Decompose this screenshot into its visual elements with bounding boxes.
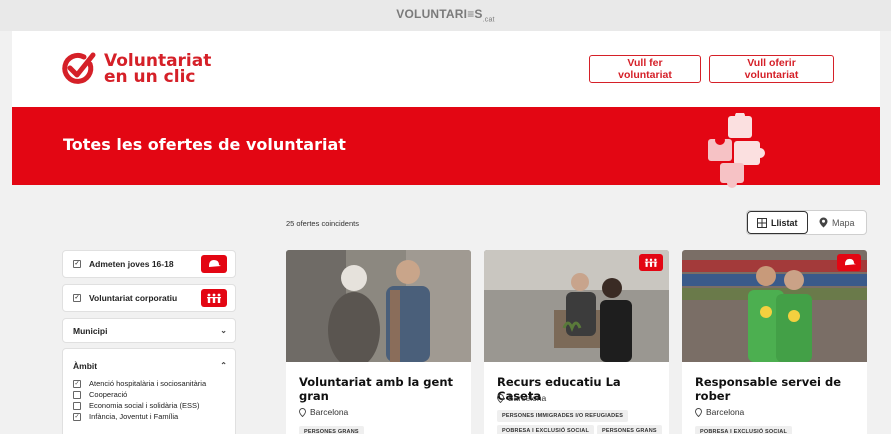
card-location: Barcelona xyxy=(299,407,348,417)
results-count: 25 ofertes coincidents xyxy=(286,219,359,228)
offer-card[interactable]: Recurs educatiu La Caseta Barcelona PERS… xyxy=(484,250,669,434)
filter-corporate[interactable]: ✓ Voluntariat corporatiu xyxy=(62,284,236,312)
ambit-label: Àmbit xyxy=(73,361,98,371)
puzzle-pieces-icon xyxy=(708,113,765,188)
corporate-filter-label: Voluntariat corporatiu xyxy=(89,293,178,303)
ambit-option[interactable]: ✓ Infància, Joventut i Família xyxy=(73,411,225,422)
checkmark-logo-icon xyxy=(62,52,96,84)
ambit-checkbox-checked[interactable]: ✓ xyxy=(73,379,81,388)
ambit-option-label: Infància, Joventut i Família xyxy=(89,412,179,421)
card-tag: PERSONES IMMIGRADES I/O REFUGIADES xyxy=(497,410,629,422)
chevron-up-icon: ⌃ xyxy=(220,361,227,370)
chevron-down-icon: ⌄ xyxy=(220,326,227,335)
ambit-filter: Àmbit ⌃ ✓ Atenció hospitalària i sociosan… xyxy=(62,348,236,434)
people-group-icon xyxy=(201,289,227,307)
corporate-checkbox[interactable]: ✓ xyxy=(73,294,81,302)
card-tag: PERSONES GRANS xyxy=(597,425,662,434)
card-title[interactable]: Responsable servei de rober xyxy=(695,375,855,403)
brand-line-2: en un clic xyxy=(104,67,196,87)
card-tag: POBRESA I EXCLUSIÓ SOCIAL xyxy=(695,426,793,434)
card-location-text: Barcelona xyxy=(310,407,349,417)
location-pin-icon xyxy=(695,407,702,417)
cap-icon xyxy=(837,254,861,271)
card-tags: PERSONES IMMIGRADES I/O REFUGIADES POBRE… xyxy=(497,410,667,434)
map-pin-icon xyxy=(819,217,828,228)
ambit-option[interactable]: Cooperació xyxy=(73,389,225,400)
ambit-option-label: Economia social i solidària (ESS) xyxy=(89,401,200,410)
ambit-option[interactable]: ✓ Atenció hospitalària i sociosanitària xyxy=(73,378,225,389)
ambit-option-label: Cooperació xyxy=(89,390,128,399)
ambit-options: ✓ Atenció hospitalària i sociosanitària C… xyxy=(63,371,235,422)
card-tags: PERSONES GRANS xyxy=(299,426,469,434)
people-group-icon xyxy=(639,254,663,271)
card-location-text: Barcelona xyxy=(706,407,745,417)
logo-text-sub: .cat xyxy=(482,16,495,24)
ambit-checkbox-checked[interactable]: ✓ xyxy=(73,412,81,421)
card-location: Barcelona xyxy=(695,407,744,417)
logo-text-mid: ≡S xyxy=(467,7,483,22)
map-view-label: Mapa xyxy=(831,217,855,228)
filter-young[interactable]: ✓ Admeten joves 16-18 xyxy=(62,250,236,278)
location-pin-icon xyxy=(497,393,504,403)
voluntaries-logo[interactable]: VOLUNTARI≡S.cat xyxy=(396,7,494,23)
site-header: Voluntariat en un clic Vull fer voluntar… xyxy=(12,31,880,107)
logo-text-main: VOLUNTARI xyxy=(396,7,468,22)
cap-icon xyxy=(201,255,227,273)
card-photo-elderly-couple xyxy=(286,250,471,362)
offer-card[interactable]: Voluntariat amb la gent gran Barcelona P… xyxy=(286,250,471,434)
list-view-button[interactable]: Llistat xyxy=(747,211,808,234)
ambit-checkbox[interactable] xyxy=(73,390,81,399)
card-tag: PERSONES GRANS xyxy=(299,426,364,434)
do-volunteer-button[interactable]: Vull fer voluntariat xyxy=(589,55,701,83)
brand-logo[interactable]: Voluntariat en un clic xyxy=(60,51,211,87)
list-view-label: Llistat xyxy=(770,217,798,228)
grid-icon xyxy=(756,217,767,228)
ambit-option-label: Atenció hospitalària i sociosanitària xyxy=(89,379,207,388)
card-title[interactable]: Voluntariat amb la gent gran xyxy=(299,375,459,403)
page-title: Totes les ofertes de voluntariat xyxy=(63,135,346,154)
map-view-button[interactable]: Mapa xyxy=(808,211,867,234)
ambit-checkbox[interactable] xyxy=(73,401,81,410)
ambit-option[interactable]: Economia social i solidària (ESS) xyxy=(73,400,225,411)
card-location: Barcelona xyxy=(497,393,546,403)
young-checkbox[interactable]: ✓ xyxy=(73,260,81,268)
municipality-label: Municipi xyxy=(73,325,108,336)
location-pin-icon xyxy=(299,407,306,417)
top-bar: VOLUNTARI≡S.cat xyxy=(0,0,891,31)
ambit-header[interactable]: Àmbit ⌃ xyxy=(63,349,235,371)
card-tags: POBRESA I EXCLUSIÓ SOCIAL xyxy=(695,426,865,434)
view-toggle: Llistat Mapa xyxy=(746,210,867,235)
card-tag: POBRESA I EXCLUSIÓ SOCIAL xyxy=(497,425,595,434)
hero-banner: Totes les ofertes de voluntariat xyxy=(12,107,880,188)
offer-volunteer-button[interactable]: Vull oferir voluntariat xyxy=(709,55,834,83)
municipality-dropdown[interactable]: Municipi ⌄ xyxy=(62,318,236,343)
young-filter-label: Admeten joves 16-18 xyxy=(89,259,174,269)
card-location-text: Barcelona xyxy=(508,393,547,403)
offer-card[interactable]: Responsable servei de rober Barcelona PO… xyxy=(682,250,867,434)
